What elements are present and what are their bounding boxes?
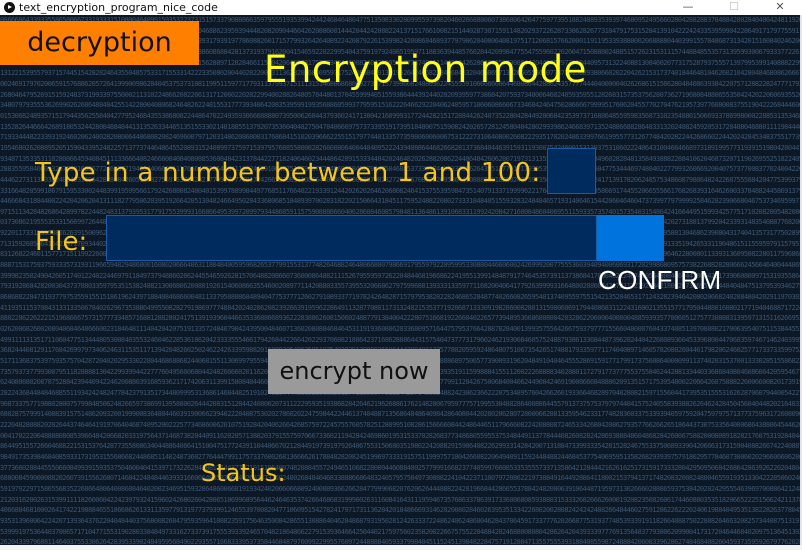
maximize-button[interactable]: ☐	[711, 0, 757, 15]
decryption-mode-button[interactable]: decryption	[0, 21, 199, 65]
app-icon	[4, 2, 15, 13]
app-canvas: 0866686433933558658066733193331510800464…	[0, 15, 800, 545]
number-input[interactable]	[547, 148, 596, 194]
confirm-button[interactable]: CONFIRM	[598, 264, 721, 296]
status-label: Status:	[201, 459, 286, 487]
window-title: text_encryption_program_nice_code	[19, 1, 218, 14]
mode-title: Encryption mode	[264, 48, 587, 91]
file-browse-button[interactable]	[597, 215, 664, 261]
number-prompt-label: Type in a number between 1 and 100:	[35, 158, 541, 188]
window-titlebar: text_encryption_program_nice_code — ☐ ✕	[0, 0, 802, 15]
file-label: File:	[35, 227, 88, 257]
encrypt-now-button[interactable]: encrypt now	[268, 349, 440, 394]
minimize-button[interactable]: —	[665, 0, 711, 15]
window-border-bottom	[0, 545, 802, 550]
file-path-input[interactable]	[106, 215, 597, 261]
close-button[interactable]: ✕	[757, 0, 802, 15]
